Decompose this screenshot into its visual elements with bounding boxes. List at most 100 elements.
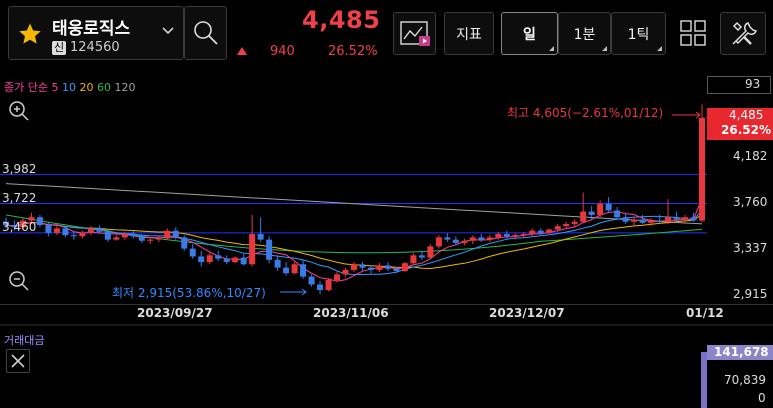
grid-icon [680, 20, 706, 46]
candle-body [198, 256, 205, 263]
candle-body [249, 234, 256, 265]
candle-body [571, 221, 578, 224]
candle-body [36, 217, 43, 226]
candle-body [291, 264, 298, 274]
candle-body [597, 203, 604, 215]
candle-body [367, 267, 374, 270]
chart-video-button[interactable] [393, 12, 436, 55]
candle-body [215, 255, 222, 259]
high-pointer [672, 111, 701, 119]
candle-body [325, 279, 332, 291]
candle-body [631, 219, 638, 222]
candle-body [87, 228, 94, 233]
high-annotation: 최고 4,605(−2.61%,01/12) [507, 106, 664, 120]
search-icon [193, 21, 218, 45]
candle-body [104, 231, 111, 240]
ma20-label: 20 [79, 81, 94, 94]
y-tick: 4,182 [733, 149, 768, 163]
ma-legend[interactable]: 종가 단순 5 10 20 60 120 [4, 79, 135, 95]
candle-body [580, 211, 587, 222]
candle-body [384, 265, 391, 269]
x-axis-line [0, 304, 773, 305]
zoom-in-icon [9, 101, 29, 121]
candle-body [189, 248, 196, 257]
x-tick: 01/12 [686, 306, 724, 320]
y-axis-current-price: 4,485 [729, 108, 764, 122]
period-day-button[interactable]: 일 [501, 12, 558, 55]
change-percent: 26.52% [328, 44, 378, 59]
indicator-button[interactable]: 지표 [444, 12, 494, 55]
candle-body [257, 234, 264, 240]
zoom-out-icon [9, 271, 29, 291]
candle-body [359, 264, 366, 268]
y-tick: 2,915 [733, 287, 768, 301]
volume-mid: 70,839 [724, 373, 766, 387]
candle-body [520, 234, 527, 236]
candle-body [317, 284, 324, 291]
ma120-label: 120 [114, 81, 136, 94]
tools-button[interactable] [720, 12, 766, 55]
candle-body [223, 258, 230, 263]
candle-body [181, 237, 188, 249]
volume-label: 거래대금 [4, 334, 45, 347]
volume-bar [701, 352, 707, 408]
chart-play-icon [399, 20, 430, 46]
ma5-label: 5 [51, 81, 59, 94]
close-icon [11, 354, 25, 368]
right-info-value: 93 [745, 77, 761, 91]
candle-body [232, 257, 239, 263]
chevron-down-icon[interactable] [161, 26, 175, 36]
candle-body [648, 220, 655, 223]
level-label-high: 3,982 [2, 162, 37, 176]
candle-body [342, 269, 349, 275]
candle-body [172, 230, 179, 238]
zoom-in-button[interactable] [8, 100, 30, 122]
candle-body [240, 257, 247, 265]
price-chart[interactable] [0, 96, 773, 306]
volume-max: 141,678 [714, 345, 769, 359]
candle-body [554, 226, 561, 230]
candle-body [588, 211, 595, 215]
candle-body [45, 225, 52, 233]
volume-zero: 0 [758, 391, 766, 405]
period-1min-button[interactable]: 1분 [558, 12, 611, 55]
candle-body [79, 232, 86, 237]
change-amount: 940 [270, 44, 295, 59]
close-volume-button[interactable] [6, 349, 30, 373]
favorite-star-icon[interactable] [18, 22, 42, 46]
candle-body [469, 237, 476, 241]
candle-body [546, 229, 553, 233]
candle-body [461, 240, 468, 243]
low-annotation: 최저 2,915(53.86%,10/27) [112, 286, 266, 300]
candle-body [512, 235, 519, 237]
period-1tick-button[interactable]: 1틱 [611, 12, 666, 55]
candle-body [614, 210, 621, 218]
candle-body [418, 255, 425, 258]
candle-body [444, 237, 451, 240]
candle-body [62, 228, 69, 236]
candle-body [495, 234, 502, 238]
pane-divider[interactable] [0, 324, 773, 326]
search-button[interactable] [184, 6, 227, 60]
candle-body [308, 276, 315, 285]
candle-body [121, 234, 128, 238]
up-triangle-icon [237, 47, 247, 55]
candle-body [503, 234, 510, 237]
candle-body [274, 259, 281, 268]
candle-body [452, 239, 459, 243]
candle-body [673, 217, 680, 220]
zoom-out-button[interactable] [8, 270, 30, 292]
period-label: 1틱 [627, 26, 650, 43]
candle-body [529, 230, 536, 235]
candle-body [96, 228, 103, 232]
y-tick: 3,337 [733, 241, 768, 255]
x-tick: 2023/12/07 [489, 306, 565, 320]
candle-body [130, 234, 137, 237]
indicator-label: 지표 [456, 26, 482, 43]
x-tick: 2023/09/27 [137, 306, 213, 320]
candle-body [690, 217, 697, 221]
right-info-box [707, 76, 771, 94]
candle-body [427, 246, 434, 258]
layout-grid-button[interactable] [678, 12, 714, 55]
candle-body [206, 255, 213, 263]
